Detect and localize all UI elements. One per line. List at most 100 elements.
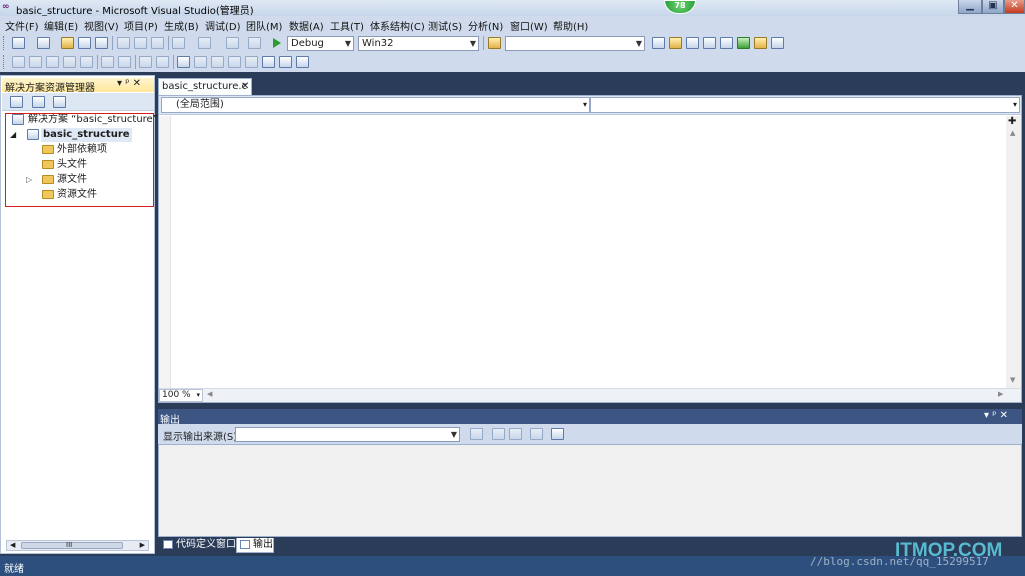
refresh-icon[interactable] [53,96,66,108]
copy-icon[interactable] [134,37,147,49]
title-bar: ∞ basic_structure - Microsoft Visual Stu… [0,0,1025,17]
zoom-select[interactable]: 100 % ▾ [159,389,203,402]
start-debugging-icon[interactable] [273,38,281,48]
decrease-indent-icon[interactable] [101,56,114,68]
properties-window-icon[interactable] [669,37,682,49]
scroll-thumb[interactable]: III [21,541,123,549]
undo-icon[interactable] [172,37,185,49]
open-file-icon[interactable] [61,37,74,49]
minimize-button[interactable]: ▁ [958,0,982,14]
new-project-icon[interactable] [12,37,25,49]
scroll-right-icon[interactable]: ▶ [140,541,145,549]
bookmark-window-icon[interactable] [177,56,190,68]
close-button[interactable]: ✕ [1004,0,1025,14]
menu-edit[interactable]: 编辑(E) [44,18,78,33]
next-message-icon[interactable] [509,428,522,440]
navigate-backward-icon[interactable] [226,37,239,49]
menu-data[interactable]: 数据(A) [289,18,324,33]
scroll-right-icon[interactable]: ▶ [998,390,1003,398]
menu-bar: 文件(F) 编辑(E) 视图(V) 项目(P) 生成(B) 调试(D) 团队(M… [0,16,1025,33]
toggle-bookmark-icon[interactable] [80,56,93,68]
next-bookmark-folder-icon[interactable] [245,56,258,68]
start-page-icon[interactable] [737,37,750,49]
output-source-select[interactable]: ▼ [235,427,460,442]
scroll-down-icon[interactable]: ▼ [1010,376,1015,384]
save-icon[interactable] [78,37,91,49]
tab-output[interactable]: 输出 [236,538,274,553]
scroll-up-icon[interactable]: ▲ [1010,129,1015,137]
cut-icon[interactable] [117,37,130,49]
navigate-forward-icon[interactable] [248,37,261,49]
vertical-scrollbar[interactable]: ✚ ▲ ▼ [1006,116,1021,388]
member-select[interactable]: ▾ [590,97,1020,113]
previous-bookmark-folder-icon[interactable] [228,56,241,68]
previous-bookmark-document-icon[interactable] [262,56,275,68]
solution-explorer-title: 解决方案资源管理器 [5,83,95,94]
code-editor[interactable] [158,95,1022,403]
scroll-left-icon[interactable]: ◀ [207,390,212,398]
comment-out-icon[interactable] [139,56,152,68]
window-title: basic_structure - Microsoft Visual Studi… [16,6,254,17]
complete-word-icon[interactable] [63,56,76,68]
document-tab[interactable]: basic_structure.c ✕ [158,78,252,95]
maximize-button[interactable]: ▣ [982,0,1004,14]
menu-debug[interactable]: 调试(D) [205,18,241,33]
uncomment-icon[interactable] [156,56,169,68]
toolbox-icon[interactable] [703,37,716,49]
toolbar-grip[interactable] [3,55,6,69]
clear-bookmarks-icon[interactable] [296,56,309,68]
previous-bookmark-icon[interactable] [194,56,207,68]
menu-test[interactable]: 测试(S) [428,18,462,33]
menu-project[interactable]: 项目(P) [124,18,158,33]
menu-file[interactable]: 文件(F) [5,18,39,33]
solution-explorer-header: 解决方案资源管理器 ▾ ᵖ ✕ [2,78,154,94]
find-in-files-icon[interactable] [488,37,501,49]
next-bookmark-icon[interactable] [211,56,224,68]
panel-controls[interactable]: ▾ ᵖ ✕ [117,78,141,89]
solution-configuration-select[interactable]: Debug ▼ [287,36,354,51]
solution-explorer-icon[interactable] [652,37,665,49]
close-tab-icon[interactable]: ✕ [241,81,249,92]
horizontal-scrollbar[interactable]: ◀ III ▶ [6,540,149,551]
output-content[interactable] [158,444,1022,537]
paste-icon[interactable] [151,37,164,49]
object-browser-icon[interactable] [686,37,699,49]
menu-tools[interactable]: 工具(T) [330,18,364,33]
extension-manager-icon[interactable] [720,37,733,49]
menu-analyze[interactable]: 分析(N) [468,18,503,33]
find-message-icon[interactable] [470,428,483,440]
menu-view[interactable]: 视图(V) [84,18,119,33]
clear-all-icon[interactable] [530,428,543,440]
redo-icon[interactable] [198,37,211,49]
properties-icon[interactable] [10,96,23,108]
scope-select[interactable]: (全局范围) ▾ [161,97,590,113]
tab-code-definition[interactable]: 代码定义窗口 [160,538,236,553]
output-source-label: 显示输出来源(S): [163,432,241,443]
output-panel-controls[interactable]: ▾ ᵖ ✕ [984,410,1008,421]
toolbar-grip[interactable] [3,36,6,50]
next-bookmark-document-icon[interactable] [279,56,292,68]
save-all-icon[interactable] [95,37,108,49]
display-object-member-list-icon[interactable] [12,56,25,68]
previous-message-icon[interactable] [492,428,505,440]
code-definition-icon [163,540,173,549]
scroll-left-icon[interactable]: ◀ [10,541,15,549]
document-tab-label: basic_structure.c [162,81,248,92]
find-combo[interactable]: ▼ [505,36,645,51]
options-dropdown-icon[interactable] [771,37,784,49]
quick-info-icon[interactable] [46,56,59,68]
menu-architecture[interactable]: 体系结构(C) [370,18,425,33]
menu-build[interactable]: 生成(B) [164,18,199,33]
menu-window[interactable]: 窗口(W) [510,18,548,33]
toggle-word-wrap-icon[interactable] [551,428,564,440]
show-all-files-icon[interactable] [32,96,45,108]
solution-platform-select[interactable]: Win32 ▼ [358,36,479,51]
menu-team[interactable]: 团队(M) [246,18,282,33]
menu-help[interactable]: 帮助(H) [553,18,588,33]
command-window-icon[interactable] [754,37,767,49]
parameter-info-icon[interactable] [29,56,42,68]
standard-toolbar: Debug ▼ Win32 ▼ ▼ [0,33,1025,53]
add-item-icon[interactable] [37,37,50,49]
split-icon[interactable]: ✚ [1008,116,1016,127]
increase-indent-icon[interactable] [118,56,131,68]
